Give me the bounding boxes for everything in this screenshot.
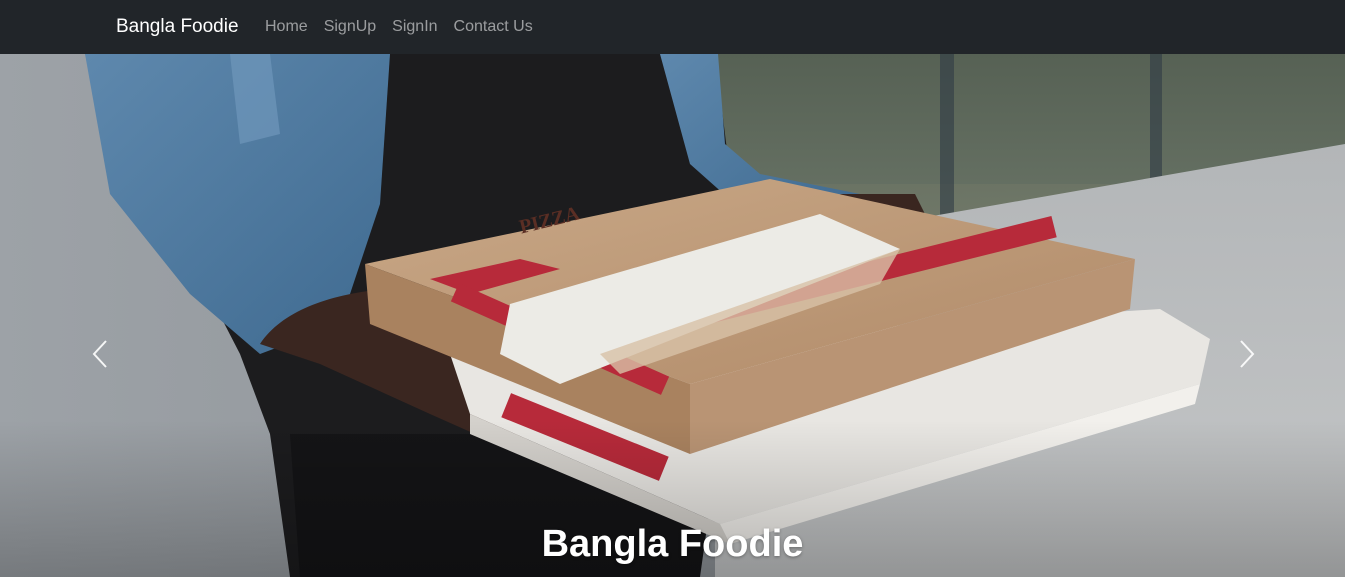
nav-link-signup[interactable]: SignUp xyxy=(324,17,376,37)
nav-links: Home SignUp SignIn Contact Us xyxy=(265,17,533,37)
hero-image: PIZZA xyxy=(0,54,1345,577)
nav-link-contact[interactable]: Contact Us xyxy=(454,17,533,37)
nav-link-home[interactable]: Home xyxy=(265,17,308,37)
hero-carousel: PIZZA Bangla Foodie xyxy=(0,54,1345,577)
chevron-left-icon xyxy=(92,340,107,368)
brand-link[interactable]: Bangla Foodie xyxy=(116,15,239,39)
chevron-right-icon xyxy=(1240,340,1255,368)
carousel-next-button[interactable] xyxy=(1232,334,1262,374)
navbar: Bangla Foodie Home SignUp SignIn Contact… xyxy=(0,0,1345,54)
nav-link-signin[interactable]: SignIn xyxy=(392,17,437,37)
carousel-prev-button[interactable] xyxy=(85,334,115,374)
carousel-caption: Bangla Foodie xyxy=(541,523,804,565)
